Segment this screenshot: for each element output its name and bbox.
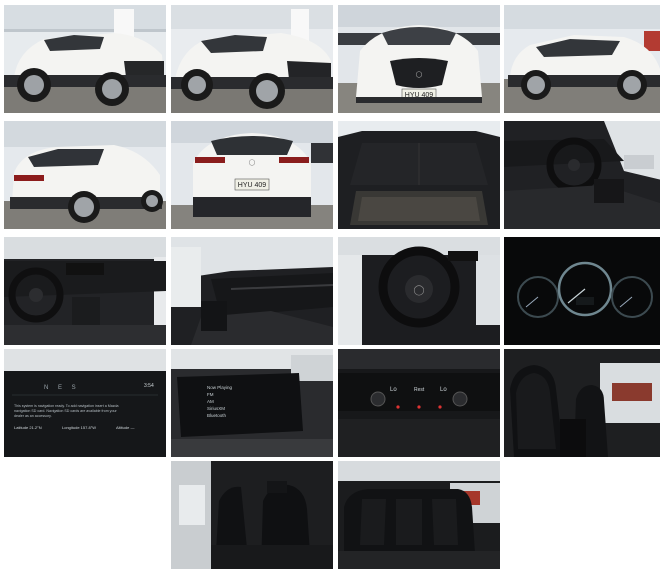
photo-dashboard-wide[interactable] [4, 237, 166, 345]
nav-altitude: Altitude — [116, 425, 134, 430]
menu-item-am: AM [207, 399, 214, 404]
nav-message-line-1: This system is navigation ready. To add … [14, 404, 119, 408]
photo-passenger-dashboard[interactable] [171, 237, 333, 345]
photo-exterior-side-right[interactable] [504, 5, 660, 113]
climate-rest-label: Rest [414, 387, 425, 393]
photo-rear-seats[interactable] [338, 461, 500, 569]
nav-message-line-2: navigation SD card. Navigation SD cards … [14, 409, 117, 413]
nav-clock: 3:54 [144, 383, 154, 389]
nav-message-line-3: dealer as an accessory. [14, 414, 52, 418]
photo-exterior-front-left-close[interactable] [171, 5, 333, 113]
photo-instrument-cluster[interactable] [504, 237, 660, 345]
photo-climate-controls[interactable]: Lo Rest Lo [338, 349, 500, 457]
menu-item-bluetooth: Bluetooth [207, 413, 227, 418]
photo-driver-cockpit[interactable] [504, 121, 660, 229]
menu-item-fm: FM [207, 392, 214, 397]
photo-exterior-front-left[interactable] [4, 5, 166, 113]
photo-cargo-area[interactable] [338, 121, 500, 229]
photo-infotainment-screen[interactable]: Now Playing FM AM SiriusXM Bluetooth [171, 349, 333, 457]
svg-text:◯: ◯ [249, 159, 256, 166]
photo-exterior-rear[interactable]: ◯ HYU 409 [171, 121, 333, 229]
photo-rear-seats-side[interactable] [171, 461, 333, 569]
nav-longitude: Longitude 157.8°W [62, 425, 96, 430]
photo-exterior-rear-left[interactable] [4, 121, 166, 229]
rear-plate-text: HYU 409 [238, 182, 267, 189]
menu-item-siriusxm: SiriusXM [207, 406, 225, 411]
photo-steering-wheel[interactable]: ◯ [338, 237, 500, 345]
climate-left-temp: Lo [390, 387, 397, 393]
climate-right-temp: Lo [440, 387, 447, 393]
nav-latitude: Latitude 21.2°N [14, 425, 42, 430]
photo-navigation-screen[interactable]: N E S 3:54 This system is navigation rea… [4, 349, 166, 457]
menu-item-now-playing: Now Playing [207, 385, 233, 390]
photo-exterior-front[interactable]: ◯ HYU 409 [338, 5, 500, 113]
photo-front-seats[interactable] [504, 349, 660, 457]
svg-text:◯: ◯ [416, 71, 423, 78]
nav-compass: N E S [44, 385, 80, 391]
svg-text:◯: ◯ [413, 285, 424, 296]
